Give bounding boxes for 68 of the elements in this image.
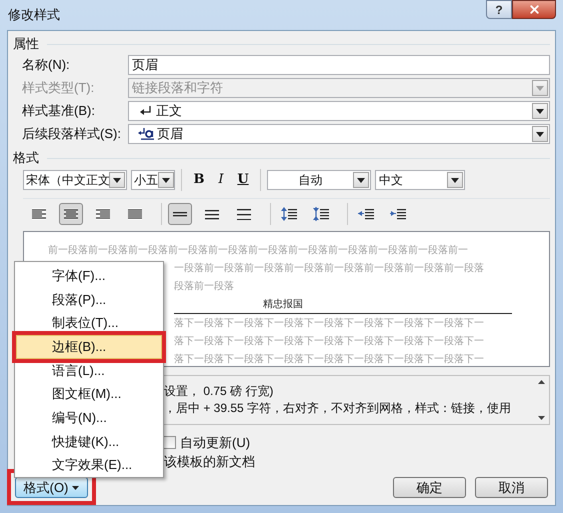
style-dropdown[interactable]: 页眉 (128, 124, 550, 144)
center-align-icon (64, 208, 78, 220)
field-label: 名称(N): (22, 56, 71, 74)
left-align-icon (32, 208, 46, 220)
name-field[interactable]: 页眉 (128, 55, 550, 75)
preview-sample-text: 精忠报国 (263, 298, 303, 312)
description-text: 设置， 0.75 磅 行宽) (164, 383, 274, 400)
description-text: ，居中 + 39.55 字符，右对齐，不对齐到网格，样式：链接，使用 (164, 400, 512, 417)
menu-item[interactable]: 编号(N)... (16, 406, 162, 430)
paragraph-spacing-icon (313, 207, 329, 221)
close-button[interactable] (512, 0, 556, 19)
template-option-label: 该模板的新文档 (163, 453, 256, 471)
field-value: 链接段落和字符 (132, 79, 224, 98)
line-spacing-icon (237, 208, 251, 220)
section-heading: 格式 (13, 149, 39, 168)
menu-item[interactable]: 字体(F)... (16, 264, 162, 288)
style-dropdown[interactable]: 正文 (128, 101, 550, 121)
field-value: 正文 (156, 102, 183, 120)
menu-item[interactable]: 段落(P)... (16, 288, 162, 312)
scroll-up-icon (538, 380, 544, 384)
format-menu-button[interactable]: 格式(O) (15, 477, 88, 498)
field-value: 页眉 (132, 56, 159, 74)
window-title: 修改样式 (7, 6, 60, 24)
line-spacing-button[interactable] (168, 203, 192, 225)
underline-button[interactable]: U (232, 170, 254, 190)
caret-icon (72, 486, 80, 490)
line-spacing-icon (205, 208, 219, 220)
color-dropdown[interactable]: 自动 (267, 170, 371, 190)
linked-style-icon (138, 128, 156, 140)
font-color: 自动 (298, 172, 324, 189)
language: 中文 (379, 172, 404, 189)
field-label: 样式类型(T): (22, 79, 96, 98)
close-icon (528, 3, 540, 16)
bold-button[interactable]: B (188, 170, 210, 190)
menu-item[interactable]: 文字效果(E)... (16, 453, 162, 478)
ok-button[interactable]: 确定 (393, 477, 466, 498)
section-heading: 属性 (13, 35, 39, 54)
size-dropdown[interactable]: 小五 (131, 170, 175, 190)
field-label: 样式基准(B): (22, 102, 96, 120)
preview-text: 落下一段落下一段落下一段落下一段落下一段落下一段落下一段落下一 (174, 352, 484, 367)
preview-text: 落下一段落下一段落下一段落下一段落下一段落下一段落下一段落下一 (174, 334, 484, 349)
preview-text: 前一段落前一段落前一段落前一段落前一段落前一段落前一段落前一段落前一段落前一段落前一 (48, 244, 468, 258)
italic-button[interactable]: I (210, 170, 232, 190)
menu-item[interactable]: 快捷键(K)... (16, 430, 162, 454)
field-label: 后续段落样式(S): (22, 125, 122, 144)
font-size: 小五 (134, 172, 158, 189)
indent-icon (390, 207, 406, 221)
preview-text: 落下一段落下一段落下一段落下一段落下一段落下一段落下一段落下一 (174, 316, 484, 331)
language-dropdown[interactable]: 中文 (375, 170, 465, 190)
indent-icon (358, 207, 374, 221)
font-dropdown[interactable]: 宋体（中文正文 (23, 170, 127, 190)
paragraph-spacing-icon (281, 207, 297, 221)
preview-text: 一段落前一段落前一段落前一段落前一段落前一段落前一段落前一段落 (174, 262, 484, 276)
preview-text: 段落前一段落 (174, 280, 234, 294)
menu-item[interactable]: 制表位(T)... (16, 311, 162, 336)
justify-align-icon (128, 208, 142, 220)
checkbox-label: 自动更新(U) (180, 434, 250, 452)
right-align-icon (96, 208, 110, 220)
help-button[interactable]: ? (486, 0, 512, 19)
menu-item[interactable]: 语言(L)... (16, 358, 162, 382)
alignment-button[interactable] (59, 203, 83, 225)
font-name: 宋体（中文正文 (26, 172, 109, 189)
cancel-button[interactable]: 取消 (475, 477, 548, 498)
field-value: 页眉 (157, 125, 184, 144)
scroll-down-icon (538, 416, 544, 420)
menu-item[interactable]: 图文框(M)... (16, 382, 162, 406)
auto-update-checkbox[interactable] (163, 436, 176, 449)
paragraph-mark-icon (140, 106, 152, 116)
